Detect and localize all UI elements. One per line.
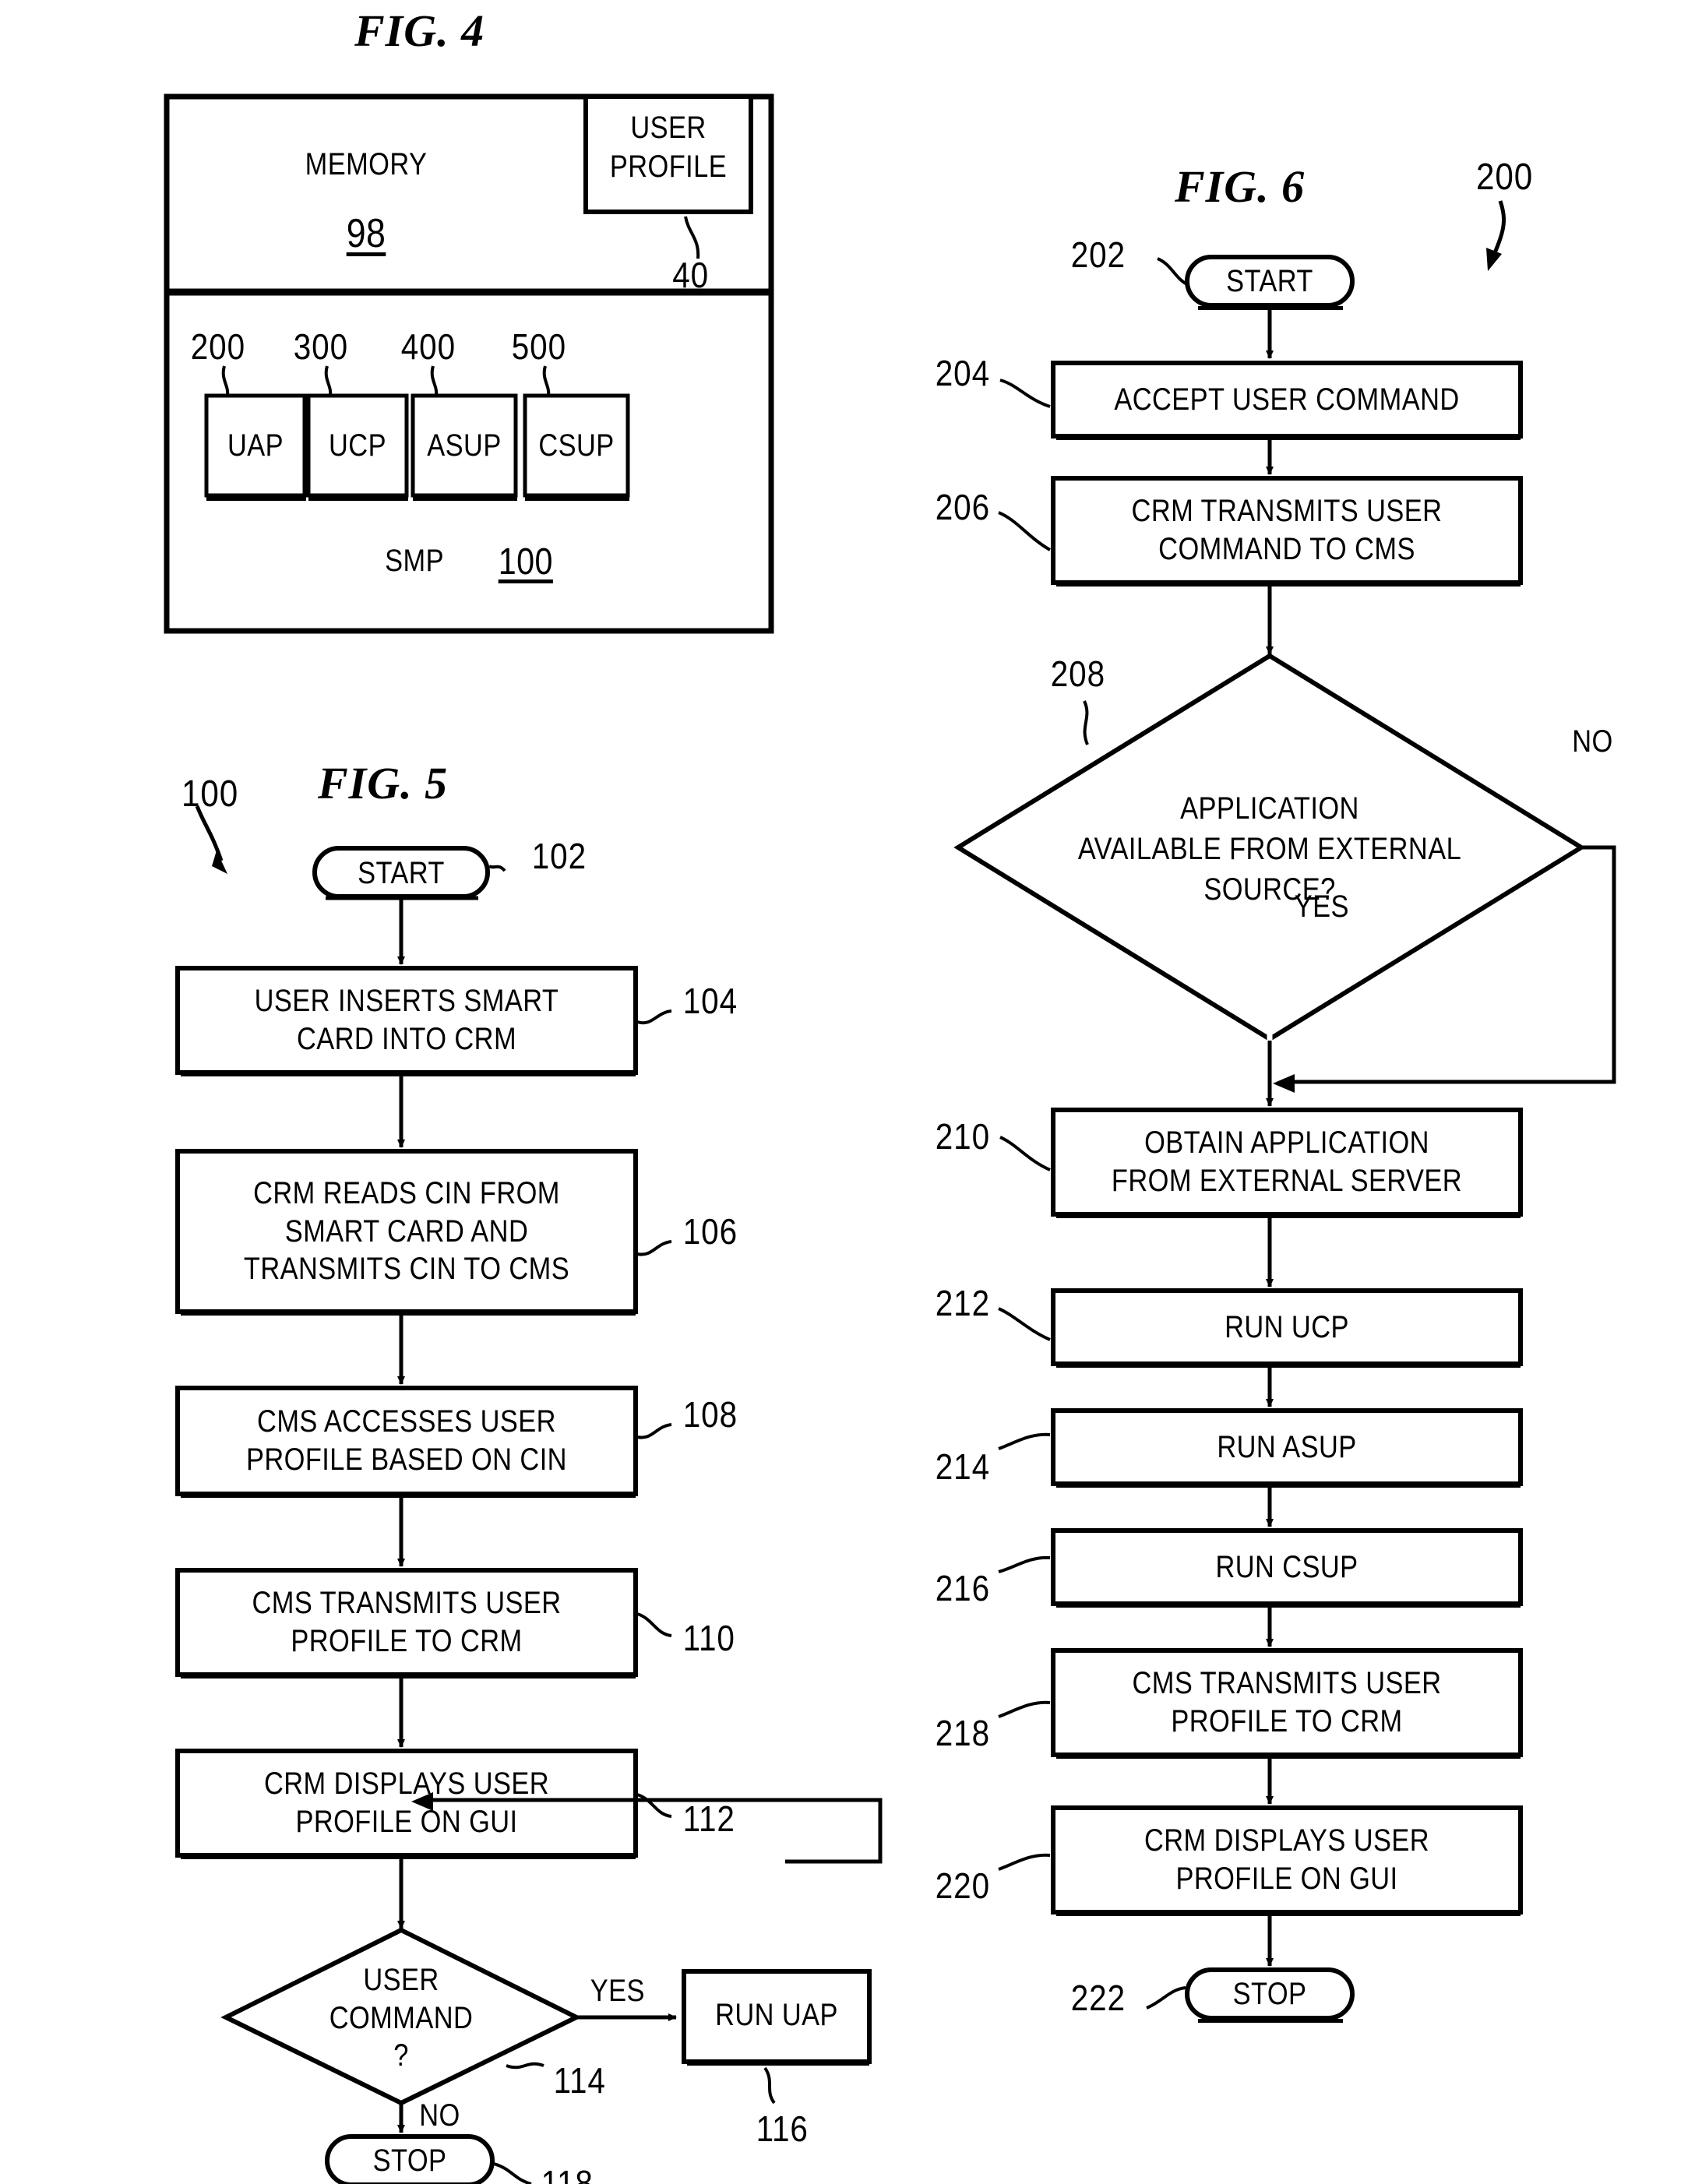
fig6-node-label-208: APPLICATION AVAILABLE FROM EXTERNAL SOUR… [1077,791,1462,907]
fig6-node-label-222: STOP [1232,1976,1307,2011]
fig6-node-ref-202: 202 [1070,234,1126,275]
fig4-title: FIG. 4 [354,5,485,56]
fig6-node-ref-220: 220 [935,1865,990,1906]
fig5-node-ref-108: 108 [682,1394,738,1435]
fig5-node-ref-110: 110 [682,1618,735,1658]
fig4-memory-ref: 98 [346,211,386,257]
fig5-flow-ref: 100 [181,773,239,815]
fig4-module-label-uap: UAP [227,428,284,463]
fig6-node-ref-222: 222 [1070,1978,1126,2018]
fig5-node-label-118: STOP [372,2143,447,2178]
fig5-node-ref-116: 116 [756,2108,809,2149]
fig4-module-ref-3: 500 [511,326,566,367]
fig5-node-label-112: CRM DISPLAYS USER PROFILE ON GUI [263,1767,550,1839]
fig5-node-label-116: RUN UAP [715,1997,838,2032]
fig6-node-ref-216: 216 [935,1568,990,1608]
fig6-node-ref-218: 218 [935,1713,990,1753]
fig4-memory-label: MEMORY [305,146,428,181]
fig6-node-ref-214: 214 [935,1446,990,1487]
fig6-node-label-214: RUN ASUP [1217,1429,1357,1464]
fig5-node-ref-104: 104 [682,981,738,1021]
fig5-node-ref-114: 114 [553,2060,606,2101]
fig4-module-ref-2: 400 [400,326,456,367]
fig6-node-ref-208: 208 [1050,653,1105,694]
fig5-node-ref-118: 118 [541,2163,594,2184]
fig5-node-label-110: CMS TRANSMITS USER PROFILE TO CRM [252,1586,562,1658]
fig6-node-label-210: OBTAIN APPLICATION FROM EXTERNAL SERVER [1111,1125,1463,1198]
fig4-user-profile-label-line2: PROFILE [609,149,728,184]
fig5-node-label-114: USER COMMAND ? [329,1962,474,2073]
patent-drawing-sheet: FIG. 4 MEMORY 98 USER PROFILE 40 200 300… [0,0,1695,2184]
fig6-node-ref-204: 204 [935,353,990,393]
fig5-node-start-label: START [358,855,445,890]
fig5-branch-no-label: NO [419,2098,460,2133]
fig5-node-ref-102: 102 [531,836,587,876]
fig5-node-ref-112: 112 [682,1798,735,1839]
fig4-user-profile-label-line1: USER [630,110,707,145]
fig6-node-ref-212: 212 [935,1283,990,1323]
fig4-module-ref-1: 300 [293,326,348,367]
fig4-module-label-ucp: UCP [329,428,386,463]
fig6-node-label-218: CMS TRANSMITS USER PROFILE TO CRM [1132,1666,1442,1738]
fig6-node-ref-206: 206 [935,487,990,527]
fig4-module-label-csup: CSUP [538,428,615,463]
fig6-branch-yes-label: YES [1294,889,1349,924]
fig6-node-label-206: CRM TRANSMITS USER COMMAND TO CMS [1131,494,1443,566]
fig5-node-label-108: CMS ACCESSES USER PROFILE BASED ON CIN [246,1404,567,1477]
fig4-smp-ref: 100 [498,541,553,583]
fig5-title: FIG. 5 [318,758,449,808]
fig5-node-label-104: USER INSERTS SMART CARD INTO CRM [254,984,559,1056]
fig6-node-label-220: CRM DISPLAYS USER PROFILE ON GUI [1144,1823,1430,1896]
fig4-module-ref-0: 200 [190,326,245,367]
fig4-smp-label: SMP [385,544,445,578]
fig6-node-label-204: ACCEPT USER COMMAND [1114,382,1460,417]
fig4-user-profile-ref: 40 [672,255,709,295]
fig6-node-label-212: RUN UCP [1225,1309,1349,1344]
fig6-title: FIG. 6 [1175,161,1306,212]
fig6-node-ref-210: 210 [935,1116,990,1157]
fig6-flow-ref: 200 [1475,157,1534,198]
fig5-node-label-106: CRM READS CIN FROM SMART CARD AND TRANSM… [243,1175,570,1287]
fig5-node-ref-106: 106 [682,1211,738,1252]
fig6-node-start-label: START [1226,263,1313,298]
fig4-module-label-asup: ASUP [427,428,502,463]
fig5-branch-yes-label: YES [590,1974,645,2008]
fig6-branch-no-label: NO [1572,724,1613,759]
fig6-node-label-216: RUN CSUP [1215,1549,1358,1584]
